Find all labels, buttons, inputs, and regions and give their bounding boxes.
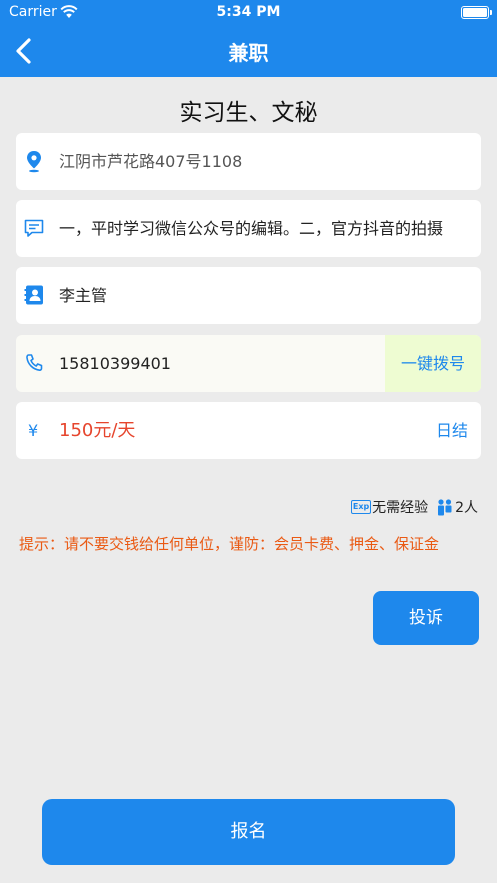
complain-button[interactable]: 投诉 [373,591,479,645]
phone-icon [26,354,43,372]
phone-row: 15810399401 一键拨号 [16,335,481,392]
top-bar: Carrier 5:34 PM 兼职 [0,0,497,77]
experience-tag: Exp 无需经验 [351,497,428,517]
job-tags: Exp 无需经验 2人 [343,496,478,518]
yen-icon: ¥ [28,421,39,440]
exp-badge-icon: Exp [351,500,372,514]
salary-row: ¥ 150元/天 日结 [16,402,481,459]
settlement-type: 日结 [435,421,468,440]
contact-row: 李主管 [16,267,481,324]
people-icon [438,499,452,516]
description-text: 一，平时学习微信公众号的编辑。二，官方抖音的拍摄 [59,219,444,238]
address-text: 江阴市芦花路407号1108 [59,152,243,171]
signup-button[interactable]: 报名 [42,799,455,865]
battery-icon [461,6,492,19]
job-title: 实习生、文秘 [179,100,318,126]
navigation-bar: 兼职 [0,26,497,77]
one-tap-dial-button[interactable]: 一键拨号 [385,335,481,392]
headcount-label: 2人 [455,500,478,516]
message-icon [24,219,44,237]
status-time: 5:34 PM [216,4,281,20]
page-title: 兼职 [228,41,269,65]
headcount-tag: 2人 [436,497,478,517]
safety-warning: 提示：请不要交钱给任何单位，谨防：会员卡费、押金、保证金 [19,535,440,553]
location-pin-icon [27,151,41,173]
phone-number: 15810399401 [59,354,171,373]
address-row: 江阴市芦花路407号1108 [16,133,481,190]
description-row: 一，平时学习微信公众号的编辑。二，官方抖音的拍摄 [16,200,481,257]
contact-name: 李主管 [59,286,108,305]
experience-label: 无需经验 [372,500,429,516]
contact-card-icon [24,285,43,305]
status-bar: Carrier 5:34 PM [0,0,497,26]
salary-text: 150元/天 [59,420,136,441]
